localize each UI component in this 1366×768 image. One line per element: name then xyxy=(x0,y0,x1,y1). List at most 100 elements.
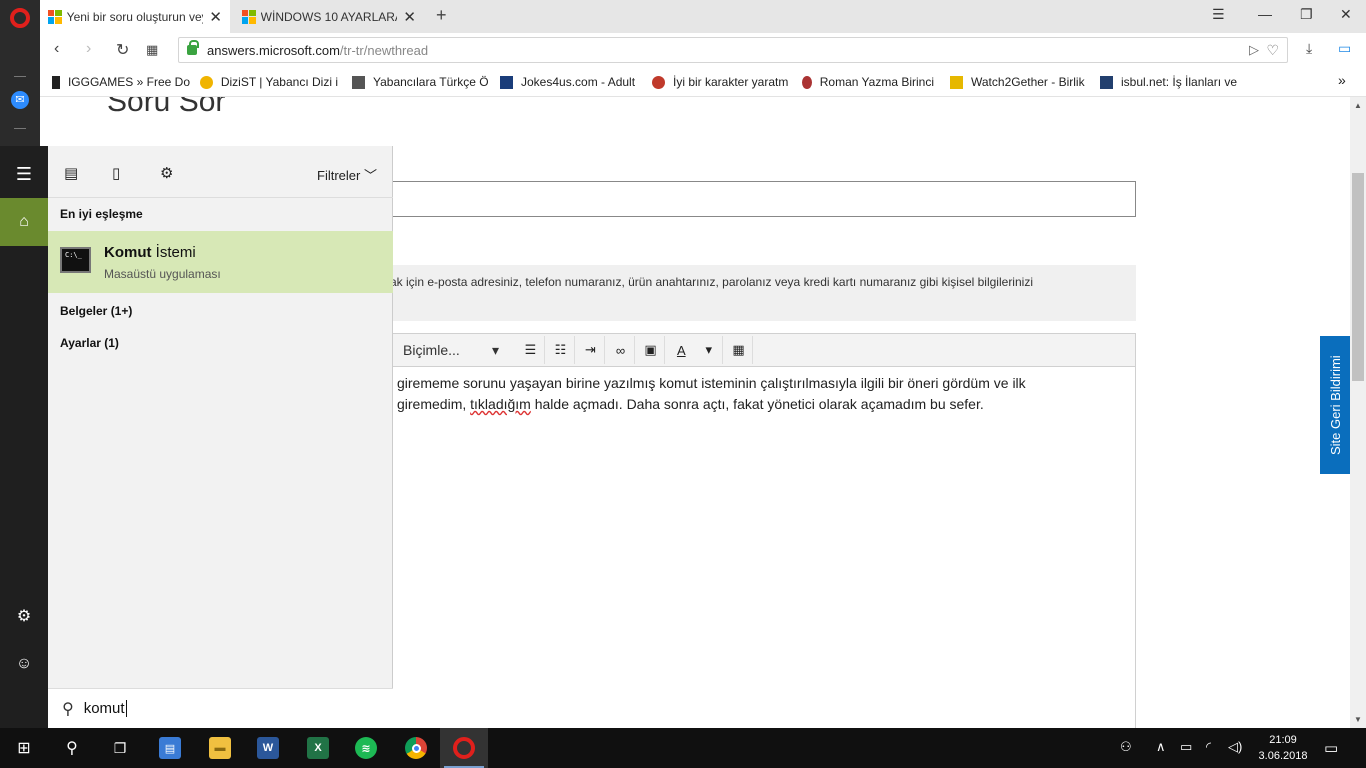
category-documents[interactable]: Belgeler (1+) xyxy=(60,304,132,318)
task-view-icon: ❐ xyxy=(113,739,127,756)
reload-button[interactable]: ↻ xyxy=(116,40,129,60)
downloads-icon[interactable]: ⤓ xyxy=(1306,40,1312,57)
send-icon[interactable]: ▷ xyxy=(1249,42,1259,58)
people-icon[interactable]: ⚇ xyxy=(1120,739,1132,755)
speed-dial-icon[interactable]: ▦ xyxy=(146,42,158,58)
volume-icon[interactable]: ◁) xyxy=(1228,739,1242,755)
taskbar-app-spotify[interactable]: ≋ xyxy=(342,728,390,768)
image-icon[interactable]: ▣ xyxy=(637,336,665,364)
task-view-button[interactable]: ❐ xyxy=(96,728,144,768)
taskbar: ⊞ ⚲ ❐ ▤ ▬ W X ≋ ⚇ ∧ ▭ ◜ ◁) 21:09 3.06.20… xyxy=(0,728,1366,768)
show-hidden-icons-chevron-icon[interactable]: ∧ xyxy=(1156,739,1166,755)
bookmark-label: IGGGAMES » Free Do xyxy=(67,75,190,89)
format-dropdown[interactable]: Biçimle... ▾ xyxy=(403,342,499,359)
bookmark-item[interactable]: IGGGAMES » Free Do xyxy=(52,75,190,89)
result-subtitle: Masaüstü uygulaması xyxy=(104,267,221,281)
start-menu-rail: ☰ ⌂ ⚙ ☺ xyxy=(0,146,48,728)
tab-new-question[interactable]: Yeni bir soru oluşturun vey ✕ xyxy=(40,0,230,33)
battery-icon[interactable]: ▭ xyxy=(1180,739,1192,755)
clock[interactable]: 21:09 3.06.2018 xyxy=(1254,732,1312,764)
best-match-heading: En iyi eşleşme xyxy=(60,207,143,221)
taskbar-app-word[interactable]: W xyxy=(244,728,292,768)
settings-filter-icon[interactable]: ⚙ xyxy=(160,164,173,182)
bookmark-label: Jokes4us.com - Adult xyxy=(521,75,636,89)
bookmark-item[interactable]: Jokes4us.com - Adult xyxy=(500,75,638,89)
tab-bar: Yeni bir soru oluşturun vey ✕ WİNDOWS 10… xyxy=(40,0,1366,33)
minimize-button[interactable]: — xyxy=(1258,6,1272,22)
start-button[interactable]: ⊞ xyxy=(0,728,48,768)
editor-toolbar: Biçimle... ▾ ☰ ☷ ⇥ ∞ ▣ A ▾ ▦ xyxy=(370,333,1136,367)
text-color-icon[interactable]: A ▾ xyxy=(667,336,723,364)
chevron-down-icon: ﹀ xyxy=(363,168,377,183)
heart-icon[interactable]: ♡ xyxy=(1266,42,1279,59)
settings-gear-icon[interactable]: ⚙ xyxy=(0,592,48,640)
bookmark-item[interactable]: Watch2Gether - Birlik xyxy=(950,75,1086,89)
forward-button[interactable]: › xyxy=(86,40,91,58)
close-tab-icon[interactable]: ✕ xyxy=(403,8,416,26)
hamburger-menu-icon[interactable]: ☰ xyxy=(0,150,48,198)
search-input[interactable]: ⚲ komut xyxy=(48,688,393,728)
category-settings[interactable]: Ayarlar (1) xyxy=(60,336,119,350)
privacy-note: mak için e-posta adresiniz, telefon numa… xyxy=(370,265,1136,321)
close-window-button[interactable]: ✕ xyxy=(1340,6,1352,23)
site-feedback-tab[interactable]: Site Geri Bildirimi xyxy=(1320,336,1351,474)
new-tab-button[interactable]: + xyxy=(436,5,447,26)
chrome-icon xyxy=(405,737,427,759)
clock-time: 21:09 xyxy=(1269,734,1297,746)
taskbar-app-control-panel[interactable]: ▤ xyxy=(146,728,194,768)
home-icon[interactable]: ⌂ xyxy=(0,198,48,246)
bookmark-item[interactable]: isbul.net: İş İlanları ve xyxy=(1100,75,1240,89)
taskbar-app-opera[interactable] xyxy=(440,728,488,768)
numbered-list-icon[interactable]: ☷ xyxy=(547,336,575,364)
tab-windows-settings[interactable]: WİNDOWS 10 AYARLARA GİR ✕ xyxy=(234,0,424,33)
search-query: komut xyxy=(83,700,127,717)
bookmark-item[interactable]: İyi bir karakter yaratm xyxy=(652,75,792,89)
bookmark-favicon-icon xyxy=(652,75,665,89)
maximize-button[interactable]: ❐ xyxy=(1300,6,1313,23)
spotify-icon: ≋ xyxy=(355,737,377,759)
format-dropdown-label: Biçimle... xyxy=(403,341,460,358)
battery-saver-icon[interactable]: ▭ xyxy=(1338,40,1351,57)
result-title: Komut İstemi xyxy=(104,244,196,261)
documents-filter-icon[interactable]: ▯ xyxy=(112,164,120,182)
page-scrollbar[interactable]: ▲ ▼ xyxy=(1350,97,1366,728)
taskbar-app-chrome[interactable] xyxy=(392,728,440,768)
scroll-up-icon[interactable]: ▲ xyxy=(1354,101,1362,110)
result-title-match: Komut xyxy=(104,244,152,261)
opera-sidebar: ✉ xyxy=(0,0,40,146)
bookmark-item[interactable]: DiziST | Yabancı Dizi i xyxy=(200,75,338,89)
action-center-icon[interactable]: ▭ xyxy=(1324,739,1338,757)
excel-icon: X xyxy=(307,737,329,759)
more-bookmarks-button[interactable]: » xyxy=(1338,72,1346,88)
back-button[interactable]: ‹ xyxy=(54,40,59,58)
scroll-thumb[interactable] xyxy=(1352,173,1364,381)
indent-icon[interactable]: ⇥ xyxy=(577,336,605,364)
editor-line: giremedim, tıkladığım halde açmadı. Daha… xyxy=(397,394,1109,415)
question-title-input[interactable] xyxy=(370,181,1136,217)
taskbar-app-file-explorer[interactable]: ▬ xyxy=(196,728,244,768)
windows-logo-icon: ⊞ xyxy=(17,740,31,757)
opera-icon xyxy=(453,737,475,759)
editor-body[interactable]: girememe sorunu yaşayan birine yazılmış … xyxy=(370,367,1136,728)
apps-filter-icon[interactable]: ▤ xyxy=(64,164,78,182)
opera-logo-icon[interactable] xyxy=(10,8,30,28)
filters-dropdown[interactable]: Filtreler ﹀ xyxy=(317,165,377,184)
table-icon[interactable]: ▦ xyxy=(725,336,753,364)
bookmark-label: DiziST | Yabancı Dizi i xyxy=(220,75,338,89)
best-match-result[interactable]: C:\_ Komut İstemi Masaüstü uygulaması xyxy=(48,231,393,293)
scroll-down-icon[interactable]: ▼ xyxy=(1354,715,1362,724)
taskbar-app-excel[interactable]: X xyxy=(294,728,342,768)
close-tab-icon[interactable]: ✕ xyxy=(209,8,222,26)
feedback-person-icon[interactable]: ☺ xyxy=(0,640,48,688)
bookmark-favicon-icon xyxy=(352,75,365,89)
link-icon[interactable]: ∞ xyxy=(607,336,635,364)
bullet-list-icon[interactable]: ☰ xyxy=(517,336,545,364)
url-field[interactable]: answers.microsoft.com/tr-tr/newthread ▷ … xyxy=(178,37,1288,63)
bookmark-item[interactable]: Yabancılara Türkçe Ö xyxy=(352,75,490,89)
bookmark-item[interactable]: Roman Yazma Birinci xyxy=(802,75,934,89)
wifi-icon[interactable]: ◜ xyxy=(1206,739,1211,755)
search-taskbar-button[interactable]: ⚲ xyxy=(48,728,96,768)
messenger-icon[interactable]: ✉ xyxy=(11,91,29,109)
search-icon: ⚲ xyxy=(66,740,78,757)
tab-menu-icon[interactable]: ☰ xyxy=(1212,6,1225,23)
